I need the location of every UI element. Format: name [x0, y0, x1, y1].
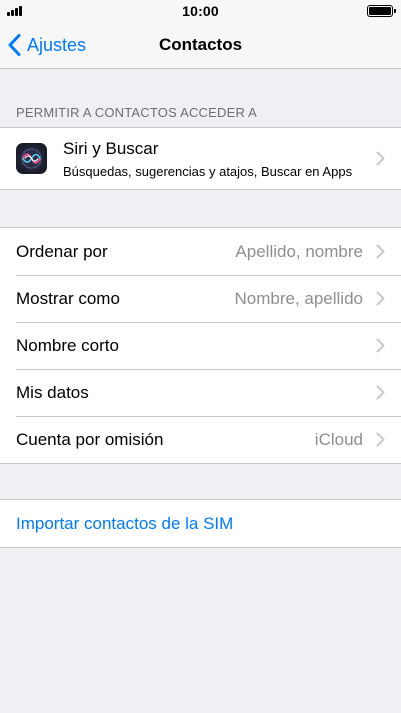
chevron-right-icon [376, 244, 385, 259]
setting-label: Ordenar por [16, 241, 108, 261]
siri-group: Siri y Buscar Búsquedas, sugerencias y a… [0, 127, 401, 190]
section-header-allow-access: PERMITIR A CONTACTOS ACCEDER A [16, 105, 258, 120]
setting-label: Mostrar como [16, 288, 120, 308]
status-bar: 10:00 [0, 0, 401, 22]
setting-row-my-info[interactable]: Mis datos [0, 369, 401, 416]
import-sim-label: Importar contactos de la SIM [16, 513, 234, 533]
battery-icon [367, 5, 396, 17]
navigation-bar: Ajustes Contactos [0, 22, 401, 69]
setting-value: Nombre, apellido [234, 289, 363, 308]
page-title: Contactos [158, 35, 243, 54]
setting-label: Mis datos [16, 382, 89, 402]
setting-row-sort-order[interactable]: Ordenar por Apellido, nombre [0, 228, 401, 275]
setting-label: Nombre corto [16, 335, 119, 355]
chevron-right-icon [376, 385, 385, 400]
contacts-settings-group: Ordenar por Apellido, nombre Mostrar com… [0, 227, 401, 464]
siri-search-row[interactable]: Siri y Buscar Búsquedas, sugerencias y a… [0, 128, 401, 189]
import-sim-contacts-button[interactable]: Importar contactos de la SIM [0, 500, 401, 547]
chevron-right-icon [376, 338, 385, 353]
setting-row-default-account[interactable]: Cuenta por omisión iCloud [0, 416, 401, 463]
siri-subtitle: Búsquedas, sugerencias y atajos, Buscar … [63, 163, 353, 179]
siri-title: Siri y Buscar [63, 138, 159, 158]
chevron-right-icon [376, 432, 385, 447]
chevron-right-icon [376, 151, 385, 166]
setting-row-short-name[interactable]: Nombre corto [0, 322, 401, 369]
siri-icon [16, 143, 47, 174]
setting-label: Cuenta por omisión [16, 429, 164, 449]
setting-value: iCloud [314, 430, 363, 449]
import-group: Importar contactos de la SIM [0, 499, 401, 548]
setting-row-display-order[interactable]: Mostrar como Nombre, apellido [0, 275, 401, 322]
setting-value: Apellido, nombre [235, 242, 363, 261]
chevron-right-icon [376, 291, 385, 306]
status-time: 10:00 [182, 3, 219, 19]
